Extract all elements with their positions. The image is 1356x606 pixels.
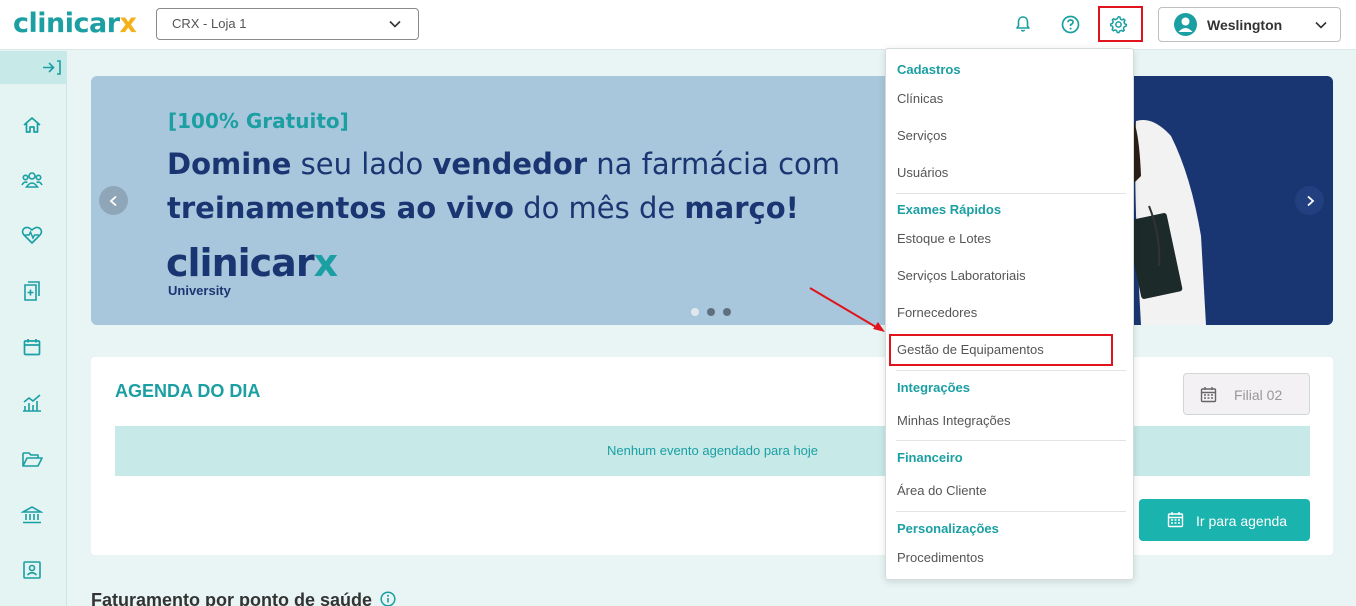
sidebar bbox=[0, 51, 67, 606]
menu-item-area-cliente[interactable]: Área do Cliente bbox=[897, 483, 987, 498]
carousel-dot[interactable] bbox=[723, 308, 731, 316]
carousel-dot[interactable] bbox=[691, 308, 699, 316]
menu-section-exames-rapidos: Exames Rápidos bbox=[897, 202, 1002, 217]
store-select[interactable]: CRX - Loja 1 bbox=[156, 8, 419, 40]
info-icon[interactable] bbox=[380, 591, 396, 606]
help-icon[interactable] bbox=[1058, 12, 1082, 36]
id-card-icon[interactable] bbox=[20, 558, 44, 582]
folder-open-icon[interactable] bbox=[20, 447, 44, 471]
agenda-card: AGENDA DO DIA Filial 02 Nenhum evento ag… bbox=[91, 357, 1333, 555]
banner-tag: [100% Gratuito] bbox=[168, 109, 349, 133]
menu-item-servicos-laboratoriais[interactable]: Serviços Laboratoriais bbox=[897, 268, 1026, 283]
avatar bbox=[1174, 13, 1197, 36]
banner-logo: clinicarx bbox=[166, 241, 338, 285]
menu-section-integracoes: Integrações bbox=[897, 380, 970, 395]
sidebar-expand-icon[interactable] bbox=[42, 59, 62, 76]
menu-divider bbox=[896, 370, 1126, 371]
store-select-value: CRX - Loja 1 bbox=[172, 16, 247, 31]
menu-item-minhas-integracoes[interactable]: Minhas Integrações bbox=[897, 413, 1010, 428]
calendar-icon bbox=[1167, 512, 1184, 528]
menu-item-procedimentos[interactable]: Procedimentos bbox=[897, 550, 984, 565]
carousel-dot[interactable] bbox=[707, 308, 715, 316]
analytics-icon[interactable] bbox=[20, 391, 44, 415]
carousel-prev-button[interactable] bbox=[99, 186, 128, 215]
chevron-down-icon bbox=[1315, 21, 1327, 29]
sidebar-toggle-bar bbox=[0, 51, 67, 84]
banner-headline: Domine seu lado vendedor na farmácia com… bbox=[167, 147, 841, 225]
menu-divider bbox=[896, 440, 1126, 441]
doctor-illustration bbox=[1131, 116, 1206, 325]
revenue-section-title: Faturamento por ponto de saúde bbox=[91, 590, 396, 606]
agenda-title: AGENDA DO DIA bbox=[115, 381, 261, 401]
gear-highlight-box bbox=[1098, 6, 1143, 42]
calendar-icon bbox=[1200, 387, 1217, 403]
chevron-left-icon bbox=[109, 195, 117, 206]
menu-item-estoque-lotes[interactable]: Estoque e Lotes bbox=[897, 231, 991, 246]
chevron-right-icon bbox=[1306, 195, 1314, 206]
menu-section-personalizacoes: Personalizações bbox=[897, 521, 999, 536]
menu-item-usuarios[interactable]: Usuários bbox=[897, 165, 948, 180]
menu-section-cadastros: Cadastros bbox=[897, 62, 961, 77]
promo-carousel[interactable]: [100% Gratuito] Domine seu lado vendedor… bbox=[91, 76, 1333, 325]
chevron-down-icon bbox=[389, 20, 401, 28]
user-name: Weslington bbox=[1207, 17, 1283, 33]
branch-select[interactable]: Filial 02 bbox=[1183, 373, 1310, 415]
patients-icon[interactable] bbox=[20, 168, 44, 192]
go-to-agenda-button[interactable]: Ir para agenda bbox=[1139, 499, 1310, 541]
branch-select-value: Filial 02 bbox=[1234, 387, 1283, 403]
settings-dropdown-menu: Cadastros Clínicas Serviços Usuários Exa… bbox=[885, 48, 1134, 580]
app-logo[interactable]: clinicarx bbox=[13, 8, 137, 39]
heart-pulse-icon[interactable] bbox=[20, 223, 44, 247]
menu-section-financeiro: Financeiro bbox=[897, 450, 963, 465]
user-menu-button[interactable]: Weslington bbox=[1158, 7, 1341, 42]
menu-item-servicos[interactable]: Serviços bbox=[897, 128, 947, 143]
bell-icon[interactable] bbox=[1011, 12, 1035, 36]
carousel-next-button[interactable] bbox=[1295, 186, 1324, 215]
menu-item-clinicas[interactable]: Clínicas bbox=[897, 91, 943, 106]
calendar-icon[interactable] bbox=[20, 335, 44, 359]
menu-item-fornecedores[interactable]: Fornecedores bbox=[897, 305, 977, 320]
records-add-icon[interactable] bbox=[20, 279, 44, 303]
annotation-arrow-icon bbox=[809, 287, 885, 332]
top-bar: clinicarx CRX - Loja 1 Weslington bbox=[0, 0, 1356, 50]
home-icon[interactable] bbox=[20, 113, 44, 137]
go-to-agenda-label: Ir para agenda bbox=[1196, 513, 1288, 529]
menu-divider bbox=[896, 193, 1126, 194]
menu-divider bbox=[896, 511, 1126, 512]
gestao-highlight-box bbox=[889, 334, 1113, 366]
carousel-indicators bbox=[691, 308, 731, 316]
bank-icon[interactable] bbox=[20, 503, 44, 527]
banner-logo-subtitle: University bbox=[168, 283, 231, 298]
